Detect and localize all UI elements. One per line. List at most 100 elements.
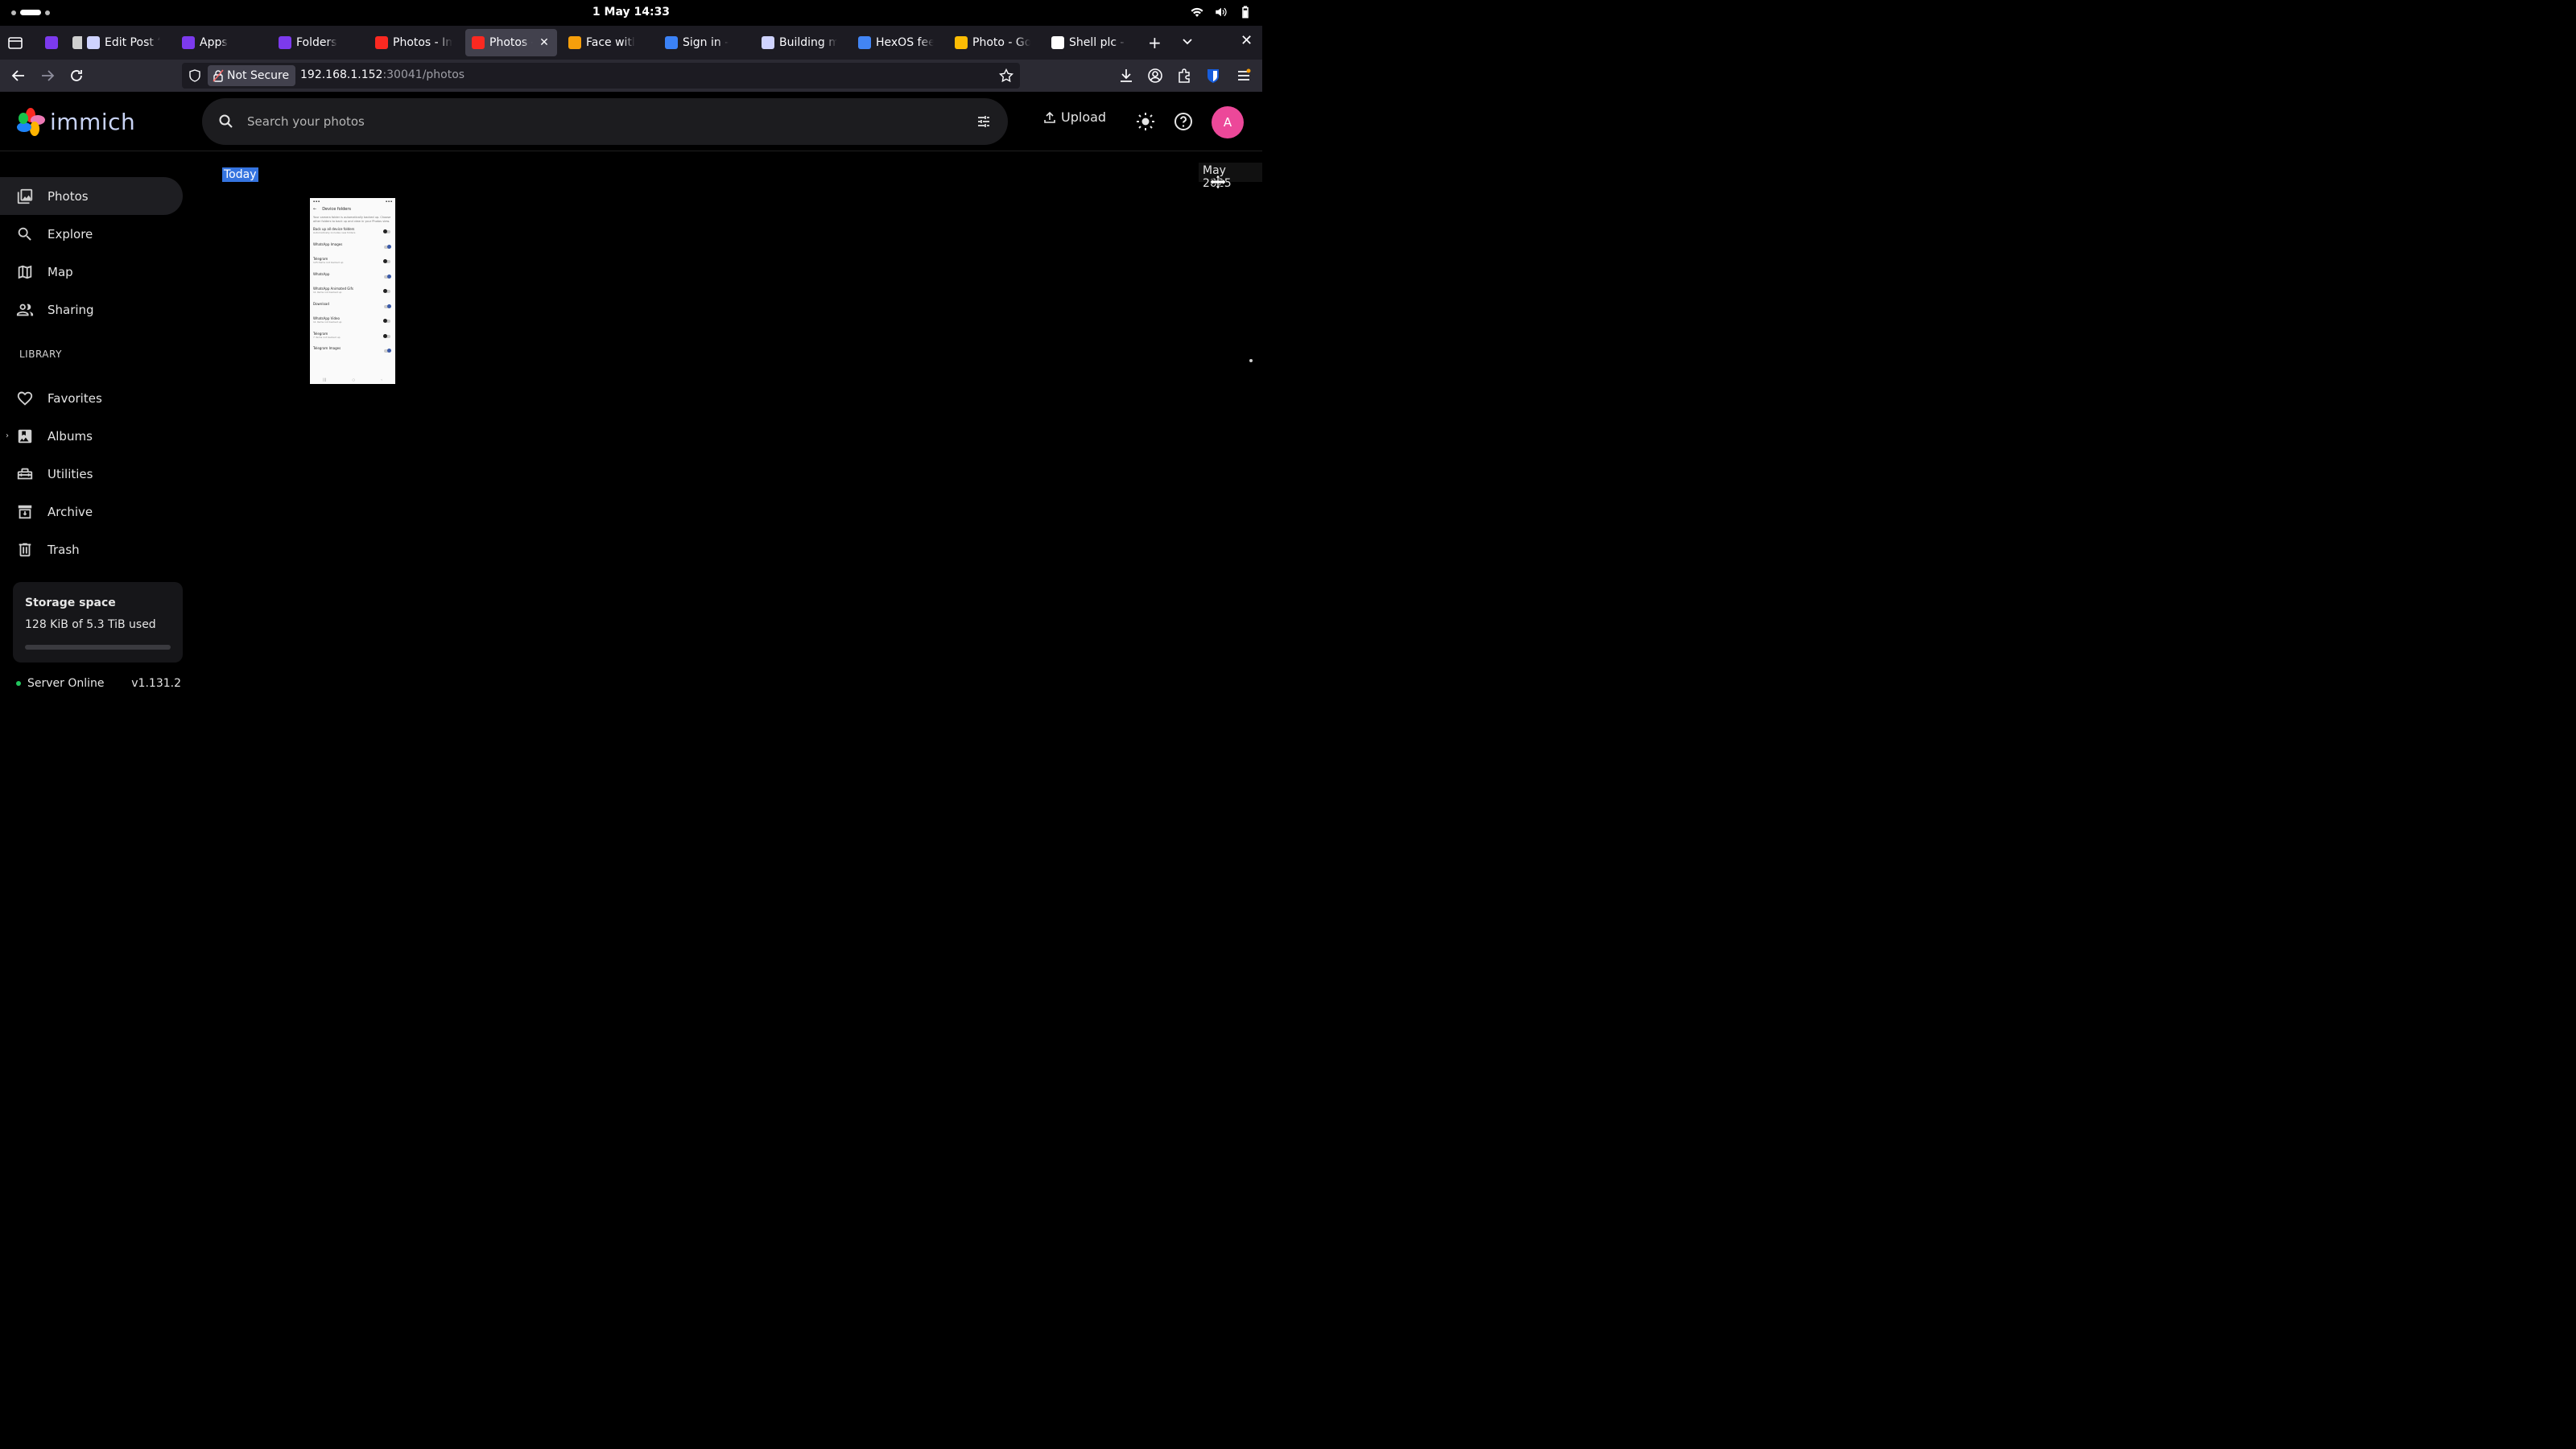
- bitwarden-extension-icon[interactable]: [1205, 68, 1221, 84]
- tab-close-icon[interactable]: ✕: [538, 36, 551, 49]
- new-tab-button[interactable]: +: [1148, 33, 1162, 52]
- help-icon[interactable]: [1173, 111, 1194, 132]
- forward-arrow-icon[interactable]: [39, 67, 56, 85]
- thumb-folder-sub: Automatically includes new folders: [313, 231, 356, 235]
- thumb-folder-row: Telegram 125 items not backed up: [310, 256, 395, 271]
- not-secure-badge[interactable]: Not Secure: [208, 65, 296, 86]
- thumb-toggle-icon: [383, 319, 390, 324]
- back-arrow-icon[interactable]: [10, 67, 27, 85]
- thumb-folder-label: Telegram Images: [313, 346, 341, 351]
- sidebar-item-label: Map: [47, 264, 73, 279]
- tab-title: Photos - Imr: [393, 36, 452, 49]
- date-group-label[interactable]: Today: [222, 167, 258, 182]
- thumb-description: Your camera folder is automatically back…: [313, 216, 391, 223]
- photos-icon: [17, 188, 33, 204]
- thumb-toggle-icon: [384, 244, 391, 249]
- browser-tab[interactable]: Building my: [755, 29, 844, 56]
- browser-tab[interactable]: Photos - I ✕: [465, 29, 557, 56]
- sidebar-item-label: Favorites: [47, 390, 102, 406]
- sidebar-item-sharing[interactable]: Sharing: [0, 291, 183, 328]
- url-bar[interactable]: Not Secure 192.168.1.152:30041/photos: [182, 63, 1020, 89]
- thumb-back-arrow-icon: ←: [313, 207, 317, 212]
- tab-title: HexOS feedl: [876, 36, 934, 49]
- browser-tab[interactable]: Sign in -: [658, 29, 747, 56]
- thumb-folder-row: WhatsApp Images: [310, 242, 395, 257]
- toolbox-icon: [17, 468, 33, 479]
- sidebar-item-albums[interactable]: › Albums: [0, 417, 183, 455]
- photo-thumbnail[interactable]: ▪ ▪ ▪ ▪ ▪ ▪ ← Device folders Your camera …: [310, 198, 395, 384]
- sidebar-item-archive[interactable]: Archive: [0, 493, 183, 530]
- url-host: 192.168.1.152: [300, 68, 383, 81]
- library-section-label: LIBRARY: [19, 349, 62, 360]
- wifi-icon: [1191, 7, 1203, 17]
- trash-icon: [19, 543, 31, 556]
- thumb-folder-row: Download: [310, 301, 395, 316]
- sidebar-item-explore[interactable]: Explore: [0, 215, 183, 253]
- server-version[interactable]: v1.131.2: [131, 677, 181, 690]
- expand-caret-icon[interactable]: ›: [6, 431, 9, 440]
- timeline-scrubber-marker[interactable]: [1249, 359, 1253, 362]
- search-filter-icon[interactable]: [976, 114, 992, 130]
- server-status: Server Online v1.131.2: [16, 677, 181, 690]
- storage-used-text: 128 KiB of 5.3 TiB used: [25, 618, 156, 631]
- sidebar-item-favorites[interactable]: Favorites: [0, 379, 183, 417]
- sidebar-item-trash[interactable]: Trash: [0, 530, 183, 568]
- hexos-icon: [45, 36, 58, 49]
- downloads-icon[interactable]: [1118, 68, 1134, 84]
- browser-tab[interactable]: Folders: [272, 29, 361, 56]
- thumb-folder-sub: 7 items not backed up: [313, 335, 341, 339]
- theme-toggle-sun-icon[interactable]: [1135, 111, 1156, 132]
- browser-tab[interactable]: Face witl: [562, 29, 650, 56]
- app-header: immich Upload A: [0, 92, 1262, 151]
- reload-icon[interactable]: [68, 67, 85, 85]
- browser-tab-bar: Edit Post “H Apps Folders Photos - Imr Photo…: [0, 26, 1262, 60]
- sidebar-item-utilities[interactable]: Utilities: [0, 455, 183, 493]
- browser-nav-bar: Not Secure 192.168.1.152:30041/photos: [0, 60, 1262, 92]
- upload-label: Upload: [1061, 109, 1107, 125]
- sidebar-item-map[interactable]: Map: [0, 253, 183, 291]
- thumb-folder-row: Telegram Images: [310, 345, 395, 361]
- thumb-nav-bar: ||| ○ ‹: [323, 377, 382, 382]
- photo-timeline: Today ▪ ▪ ▪ ▪ ▪ ▪ ← Device folders Your c…: [193, 151, 1262, 710]
- tab-list-chevron-icon[interactable]: [1180, 34, 1195, 48]
- user-avatar[interactable]: A: [1212, 106, 1244, 138]
- search-icon[interactable]: [218, 114, 234, 130]
- url-text[interactable]: 192.168.1.152:30041/photos: [300, 68, 464, 81]
- thumb-title: Device folders: [322, 207, 352, 212]
- timeline-scrubber-label[interactable]: May 2025: [1199, 163, 1262, 190]
- search-bar[interactable]: [202, 98, 1008, 145]
- browser-tab[interactable]: HexOS feedl: [852, 29, 940, 56]
- wordpress-icon: [762, 36, 774, 49]
- search-input[interactable]: [247, 111, 939, 132]
- tab-title: Photos - I: [489, 36, 533, 49]
- insecure-lock-icon: [213, 69, 224, 82]
- tab-overview-icon[interactable]: [6, 34, 24, 52]
- tracking-shield-icon[interactable]: [188, 69, 201, 82]
- bookmark-star-icon[interactable]: [999, 68, 1013, 83]
- browser-tab[interactable]: Edit Post “H: [80, 29, 167, 56]
- extensions-icon[interactable]: [1176, 68, 1192, 84]
- sidebar-item-photos[interactable]: Photos: [0, 177, 183, 215]
- browser-tab[interactable]: Photos - Imr: [369, 29, 459, 56]
- thumb-toggle-icon: [384, 274, 391, 279]
- storage-panel: Storage space 128 KiB of 5.3 TiB used: [13, 582, 183, 663]
- browser-tab[interactable]: [39, 29, 63, 56]
- sidebar-item-label: Archive: [47, 504, 93, 519]
- account-icon[interactable]: [1147, 68, 1163, 84]
- tab-title: Sign in -: [683, 36, 729, 49]
- upload-button[interactable]: Upload: [1043, 109, 1106, 125]
- menu-icon[interactable]: [1236, 68, 1252, 84]
- thumb-status-bar: ▪ ▪ ▪ ▪ ▪ ▪: [313, 200, 392, 203]
- immich-logo[interactable]: immich: [16, 107, 135, 136]
- browser-tab[interactable]: [66, 29, 82, 56]
- close-window-icon[interactable]: ✕: [1241, 32, 1253, 49]
- thumb-folder-sub: 125 items not backed up: [313, 261, 344, 265]
- tab-title: Apps: [200, 36, 228, 49]
- system-clock[interactable]: 1 May 14:33: [0, 6, 1262, 19]
- upload-icon: [1044, 111, 1055, 123]
- sidebar-item-label: Photos: [47, 188, 89, 204]
- system-tray[interactable]: [1190, 5, 1253, 19]
- browser-tab[interactable]: Photo - Goo: [948, 29, 1037, 56]
- browser-tab[interactable]: Shell plc - W: [1045, 29, 1133, 56]
- browser-tab[interactable]: Apps: [175, 29, 264, 56]
